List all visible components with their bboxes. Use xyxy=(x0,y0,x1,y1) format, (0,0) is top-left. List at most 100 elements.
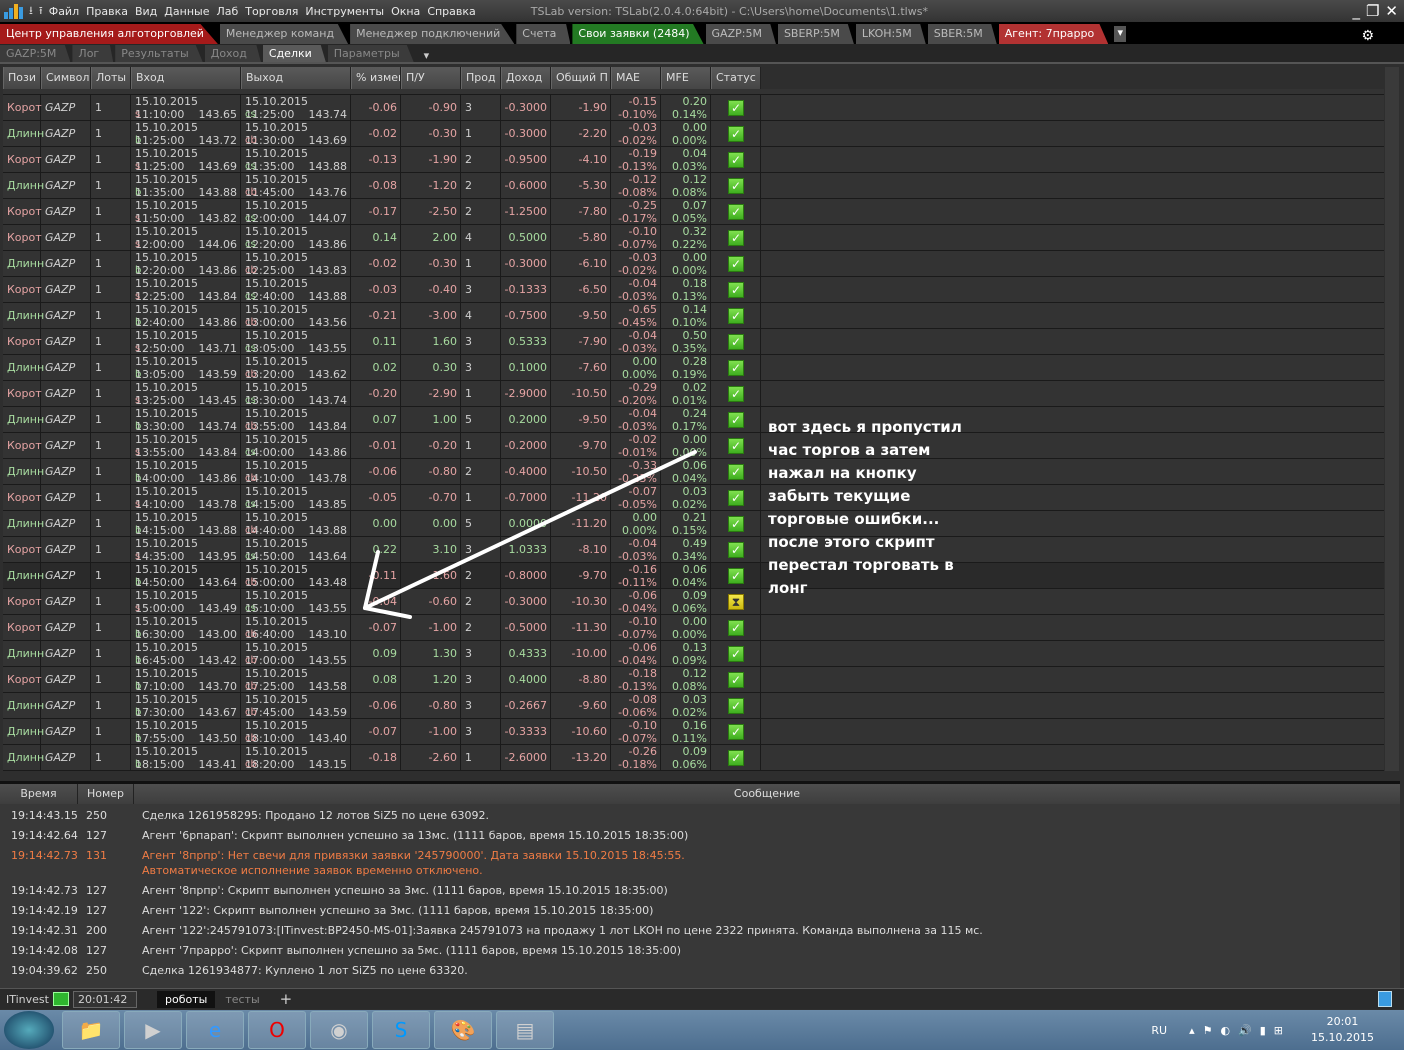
save-icon[interactable]: ⭳ xyxy=(29,2,33,21)
tab-sub[interactable]: Результаты xyxy=(115,45,203,62)
checkmark-status-icon[interactable]: ✓ xyxy=(728,724,744,740)
checkmark-status-icon[interactable]: ✓ xyxy=(728,204,744,220)
table-row[interactable]: Длинн GAZP 1 15.10.2015 11:35:00 b 143.88 15.1… xyxy=(3,173,1384,199)
close-icon[interactable]: ✕ xyxy=(1385,2,1404,20)
chrome-icon[interactable]: ◉ xyxy=(310,1011,368,1049)
table-row[interactable]: Корот GAZP 1 15.10.2015 16:30:00 b 143.00 15.1… xyxy=(3,615,1384,641)
minimize-icon[interactable]: _ xyxy=(1352,2,1366,20)
tab-main[interactable]: SBERP:5M xyxy=(777,24,854,44)
log-row[interactable]: 19:14:42.08 127 Агент '7прарро': Скрипт вы… xyxy=(0,941,681,961)
table-row[interactable]: Длинн GAZP 1 15.10.2015 14:15:00 b 143.88 15.1… xyxy=(3,511,1384,537)
checkmark-status-icon[interactable]: ✓ xyxy=(728,490,744,506)
tab-sub[interactable]: Сделки xyxy=(262,45,326,62)
table-row[interactable]: Корот GAZP 1 15.10.2015 14:35:00 s 143.95 15.1… xyxy=(3,537,1384,563)
connection-icon[interactable] xyxy=(52,992,69,1006)
tab-sub[interactable]: Лог xyxy=(72,45,114,62)
log-row[interactable]: 19:04:39.62 250 Сделка 1261934877: Куплено… xyxy=(0,961,468,981)
settings-gear-icon[interactable]: ⚙ xyxy=(1361,28,1374,44)
tab-sub[interactable]: Доход xyxy=(204,45,261,62)
checkmark-status-icon[interactable]: ✓ xyxy=(728,386,744,402)
tab-main[interactable]: LKOH:5M xyxy=(855,24,926,44)
table-row[interactable]: Длинн GAZP 1 15.10.2015 14:00:00 b 143.86 15.1… xyxy=(3,459,1384,485)
table-row[interactable]: Длинн GAZP 1 15.10.2015 17:55:00 b 143.50 15.1… xyxy=(3,719,1384,745)
menu-item[interactable]: Окна xyxy=(391,5,420,18)
tray-icons[interactable]: ▴⚑◐🔊▮⊞ xyxy=(1189,1024,1291,1037)
checkmark-status-icon[interactable]: ✓ xyxy=(728,282,744,298)
menu-item[interactable]: Лаб xyxy=(216,5,238,18)
tslab-icon[interactable]: ▤ xyxy=(496,1011,554,1049)
checkmark-status-icon[interactable]: ✓ xyxy=(728,620,744,636)
checkmark-status-icon[interactable]: ✓ xyxy=(728,412,744,428)
log-col-message[interactable]: Сообщение xyxy=(134,784,1400,804)
menu-item[interactable]: Торговля xyxy=(245,5,298,18)
checkmark-status-icon[interactable]: ✓ xyxy=(728,100,744,116)
tab-main[interactable]: Менеджер подключений xyxy=(350,24,515,44)
column-header[interactable]: Доход xyxy=(501,67,551,89)
log-row[interactable]: 19:14:42.64 127 Агент '6рпарап': Скрипт вы… xyxy=(0,826,688,846)
column-header[interactable]: MAE xyxy=(611,67,661,89)
checkmark-status-icon[interactable]: ✓ xyxy=(728,230,744,246)
tab-main[interactable]: Агент: 7прарро xyxy=(998,24,1109,44)
log-col-number[interactable]: Номер xyxy=(78,784,134,804)
table-row[interactable]: Корот GAZP 1 15.10.2015 17:10:00 b 143.70 15.1… xyxy=(3,667,1384,693)
table-row[interactable]: Длинн GAZP 1 15.10.2015 17:30:00 b 143.67 15.1… xyxy=(3,693,1384,719)
table-row[interactable]: Корот GAZP 1 15.10.2015 11:10:00 s 143.65 15.1… xyxy=(3,95,1384,121)
explorer-icon[interactable]: 📁 xyxy=(62,1011,120,1049)
table-row[interactable]: Длинн GAZP 1 15.10.2015 12:40:00 b 143.86 15.1… xyxy=(3,303,1384,329)
log-col-time[interactable]: Время xyxy=(0,784,78,804)
checkmark-status-icon[interactable]: ✓ xyxy=(728,698,744,714)
table-scrollbar[interactable] xyxy=(1385,67,1399,771)
column-header[interactable]: Символ xyxy=(41,67,91,89)
table-row[interactable]: Корот GAZP 1 15.10.2015 12:50:00 s 143.71 15.1… xyxy=(3,329,1384,355)
table-row[interactable]: Корот GAZP 1 15.10.2015 15:00:00 s 143.49 15.1… xyxy=(3,589,1384,615)
table-row[interactable]: Корот GAZP 1 15.10.2015 13:55:00 s 143.84 15.1… xyxy=(3,433,1384,459)
column-header[interactable]: Вход xyxy=(131,67,241,89)
start-button[interactable] xyxy=(4,1011,54,1049)
paint-icon[interactable]: 🎨 xyxy=(434,1011,492,1049)
table-row[interactable]: Длинн GAZP 1 15.10.2015 14:50:00 b 143.64 15.1… xyxy=(3,563,1384,589)
table-row[interactable]: Длинн GAZP 1 15.10.2015 13:05:00 b 143.59 15.1… xyxy=(3,355,1384,381)
column-header[interactable]: Прод xyxy=(461,67,501,89)
table-row[interactable]: Корот GAZP 1 15.10.2015 12:00:00 s 144.06 15.1… xyxy=(3,225,1384,251)
table-row[interactable]: Корот GAZP 1 15.10.2015 13:25:00 s 143.45 15.1… xyxy=(3,381,1384,407)
table-row[interactable]: Корот GAZP 1 15.10.2015 11:25:00 s 143.69 15.1… xyxy=(3,147,1384,173)
checkmark-status-icon[interactable]: ✓ xyxy=(728,542,744,558)
checkmark-status-icon[interactable]: ✓ xyxy=(728,568,744,584)
log-row[interactable]: 19:14:42.73 131 Агент '8прпр': Нет свечи д… xyxy=(0,846,685,881)
menu-item[interactable]: Данные xyxy=(164,5,209,18)
column-header[interactable]: Общий П xyxy=(551,67,611,89)
checkmark-status-icon[interactable]: ✓ xyxy=(728,178,744,194)
tab-main[interactable]: Менеджер команд xyxy=(219,24,349,44)
language-indicator[interactable]: RU xyxy=(1151,1024,1167,1037)
log-row[interactable]: 19:14:42.19 127 Агент '122': Скрипт выполн… xyxy=(0,901,653,921)
clock-time[interactable]: 20:01 xyxy=(1311,1014,1374,1030)
column-header[interactable]: Статус xyxy=(711,67,761,89)
checkmark-status-icon[interactable]: ✓ xyxy=(728,464,744,480)
table-row[interactable]: Длинн GAZP 1 15.10.2015 11:25:00 b 143.72 15.1… xyxy=(3,121,1384,147)
tab-main[interactable]: Свои заявки (2484) xyxy=(572,24,704,44)
tab-robots[interactable]: роботы xyxy=(156,990,216,1008)
checkmark-status-icon[interactable]: ✓ xyxy=(728,646,744,662)
maximize-icon[interactable]: ❐ xyxy=(1366,2,1385,20)
table-row[interactable]: Корот GAZP 1 15.10.2015 14:10:00 s 143.78 15.1… xyxy=(3,485,1384,511)
menu-item[interactable]: Справка xyxy=(427,5,475,18)
checkmark-status-icon[interactable]: ✓ xyxy=(728,438,744,454)
checkmark-status-icon[interactable]: ✓ xyxy=(728,672,744,688)
checkmark-status-icon[interactable]: ✓ xyxy=(728,750,744,766)
menu-item[interactable]: Инструменты xyxy=(305,5,384,18)
tab-main[interactable]: Счета xyxy=(516,24,571,44)
tab-main[interactable]: GAZP:5M xyxy=(705,24,776,44)
table-row[interactable]: Корот GAZP 1 15.10.2015 12:25:00 s 143.84 15.1… xyxy=(3,277,1384,303)
tab-tests[interactable]: тесты xyxy=(219,991,265,1008)
log-row[interactable]: 19:14:43.15 250 Сделка 1261958295: Продано… xyxy=(0,806,489,826)
upload-icon[interactable]: ⭱ xyxy=(39,2,43,21)
log-row[interactable]: 19:14:42.31 200 Агент '122':245791073:[ITi… xyxy=(0,921,983,941)
table-row[interactable]: Длинн GAZP 1 15.10.2015 18:15:00 b 143.41 15.1… xyxy=(3,745,1384,771)
tab-main[interactable]: Центр управления алготорговлей xyxy=(0,24,218,44)
column-header[interactable]: П/У xyxy=(401,67,461,89)
menu-item[interactable]: Вид xyxy=(135,5,157,18)
clock-date[interactable]: 15.10.2015 xyxy=(1311,1030,1374,1046)
menu-item[interactable]: Правка xyxy=(86,5,128,18)
column-header[interactable]: Лоты xyxy=(91,67,131,89)
table-row[interactable]: Длинн GAZP 1 15.10.2015 12:20:00 b 143.86 15.1… xyxy=(3,251,1384,277)
